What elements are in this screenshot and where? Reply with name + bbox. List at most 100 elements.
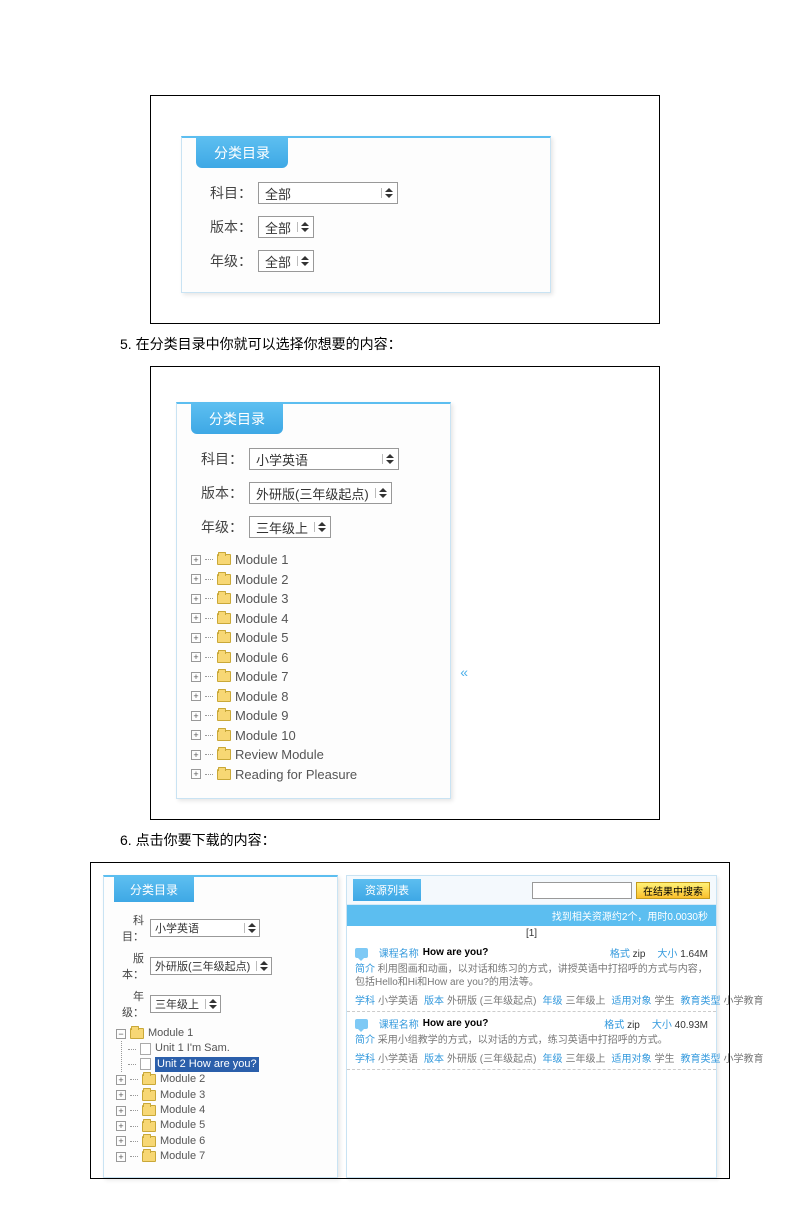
grade-label: 年级： <box>116 988 144 1020</box>
expand-icon[interactable]: + <box>191 672 201 682</box>
folder-icon <box>217 593 231 604</box>
tree-item[interactable]: +Module 4 <box>191 609 436 629</box>
expand-icon[interactable]: + <box>191 574 201 584</box>
expand-icon[interactable]: + <box>191 711 201 721</box>
folder-icon <box>217 730 231 741</box>
search-input[interactable] <box>532 882 632 899</box>
edition-select[interactable]: 全部 <box>258 216 314 238</box>
stepper-icon <box>297 256 309 266</box>
expand-icon[interactable]: + <box>116 1152 126 1162</box>
tree-item[interactable]: +Module 9 <box>191 706 436 726</box>
stepper-icon <box>297 222 309 232</box>
folder-icon <box>142 1121 156 1132</box>
expand-icon[interactable]: + <box>191 633 201 643</box>
edition-select[interactable]: 外研版(三年级起点) <box>249 482 392 504</box>
expand-icon[interactable]: + <box>116 1090 126 1100</box>
folder-icon <box>217 632 231 643</box>
tree-item[interactable]: +Review Module <box>191 745 436 765</box>
pager[interactable]: [1] <box>347 926 716 941</box>
expand-icon[interactable]: + <box>191 594 201 604</box>
expand-icon[interactable]: + <box>116 1106 126 1116</box>
subject-label: 科目： <box>191 449 243 469</box>
category-panel-1: 分类目录 科目： 全部 版本： 全部 年级： <box>181 136 551 293</box>
grade-select[interactable]: 三年级上 <box>150 995 221 1013</box>
folder-icon <box>217 749 231 760</box>
resource-item[interactable]: 课程名称 How are you?格式 zip大小 40.93M简介 采用小组教… <box>347 1012 716 1070</box>
tree-item[interactable]: +Module 3 <box>116 1088 327 1103</box>
tree-item[interactable]: − Module 1 <box>116 1026 327 1041</box>
edition-label: 版本： <box>200 217 252 237</box>
folder-icon <box>217 574 231 585</box>
stepper-icon <box>256 961 268 971</box>
stepper-icon <box>381 188 393 198</box>
screenshot-frame-2: 分类目录 科目： 小学英语 版本： 外研版(三年级起点) <box>150 366 660 820</box>
tree-item[interactable]: +Module 6 <box>191 648 436 668</box>
folder-icon <box>130 1028 144 1039</box>
tree-item[interactable]: +Module 5 <box>116 1118 327 1133</box>
expand-icon[interactable]: + <box>116 1136 126 1146</box>
tree-item[interactable]: +Module 1 <box>191 550 436 570</box>
expand-icon[interactable]: + <box>191 750 201 760</box>
resource-list-panel: 资源列表 在结果中搜索 找到相关资源约2个，用时0.0030秒 [1] 课程名称… <box>346 875 717 1178</box>
stepper-icon <box>314 522 326 532</box>
tree-item[interactable]: +Module 2 <box>116 1072 327 1087</box>
tree-item-unit-selected[interactable]: Unit 2 How are you? <box>128 1057 327 1072</box>
tree-item-unit[interactable]: Unit 1 I'm Sam. <box>128 1041 327 1056</box>
panel-title: 分类目录 <box>196 138 288 168</box>
stepper-icon <box>244 923 256 933</box>
folder-icon <box>142 1090 156 1101</box>
expand-icon[interactable]: + <box>191 652 201 662</box>
subject-select[interactable]: 全部 <box>258 182 398 204</box>
search-button[interactable]: 在结果中搜索 <box>636 882 710 899</box>
tree-item[interactable]: +Module 4 <box>116 1103 327 1118</box>
tree-item[interactable]: +Module 5 <box>191 628 436 648</box>
collapse-icon[interactable]: − <box>116 1029 126 1039</box>
subject-select[interactable]: 小学英语 <box>150 919 260 937</box>
tree-item[interactable]: +Reading for Pleasure <box>191 765 436 785</box>
document-icon <box>140 1058 151 1070</box>
resource-item[interactable]: 课程名称 How are you?格式 zip大小 1.64M简介 利用图画和动… <box>347 941 716 1012</box>
expand-icon[interactable]: + <box>191 555 201 565</box>
screenshot-frame-3: 分类目录 科目： 小学英语 版本： 外研版(三年级起点) <box>90 862 730 1179</box>
step-5-text: 5. 在分类目录中你就可以选择你想要的内容： <box>120 334 724 354</box>
result-count-bar: 找到相关资源约2个，用时0.0030秒 <box>347 905 716 926</box>
expand-icon[interactable]: + <box>191 730 201 740</box>
category-panel-3: 分类目录 科目： 小学英语 版本： 外研版(三年级起点) <box>103 875 338 1178</box>
edition-select[interactable]: 外研版(三年级起点) <box>150 957 272 975</box>
stepper-icon <box>382 454 394 464</box>
grade-select[interactable]: 三年级上 <box>249 516 331 538</box>
chat-icon <box>355 1019 368 1029</box>
expand-icon[interactable]: + <box>191 769 201 779</box>
stepper-icon <box>375 488 387 498</box>
collapse-chevron-icon[interactable]: « <box>460 664 468 680</box>
folder-icon <box>142 1105 156 1116</box>
tree-item[interactable]: +Module 3 <box>191 589 436 609</box>
folder-icon <box>142 1151 156 1162</box>
grade-label: 年级： <box>200 251 252 271</box>
expand-icon[interactable]: + <box>116 1075 126 1085</box>
subject-label: 科目： <box>116 912 144 944</box>
tree-item[interactable]: +Module 7 <box>191 667 436 687</box>
tree-item[interactable]: +Module 8 <box>191 687 436 707</box>
tree-item[interactable]: +Module 2 <box>191 570 436 590</box>
screenshot-frame-1: 分类目录 科目： 全部 版本： 全部 年级： <box>150 95 660 324</box>
edition-label: 版本： <box>116 950 144 982</box>
folder-icon <box>217 652 231 663</box>
tree-item[interactable]: +Module 7 <box>116 1149 327 1164</box>
grade-select[interactable]: 全部 <box>258 250 314 272</box>
grade-label: 年级： <box>191 517 243 537</box>
stepper-icon <box>205 999 217 1009</box>
step-6-text: 6. 点击你要下载的内容： <box>120 830 724 850</box>
module-tree-expanded: − Module 1 Unit 1 I'm Sam. <box>116 1026 327 1165</box>
folder-icon <box>217 671 231 682</box>
expand-icon[interactable]: + <box>191 691 201 701</box>
folder-icon <box>217 691 231 702</box>
panel-title: 资源列表 <box>353 879 421 901</box>
panel-title: 分类目录 <box>114 877 194 902</box>
subject-select[interactable]: 小学英语 <box>249 448 399 470</box>
expand-icon[interactable]: + <box>191 613 201 623</box>
tree-item[interactable]: +Module 6 <box>116 1134 327 1149</box>
tree-item[interactable]: +Module 10 <box>191 726 436 746</box>
folder-icon <box>217 554 231 565</box>
category-panel-2: 分类目录 科目： 小学英语 版本： 外研版(三年级起点) <box>176 402 451 799</box>
